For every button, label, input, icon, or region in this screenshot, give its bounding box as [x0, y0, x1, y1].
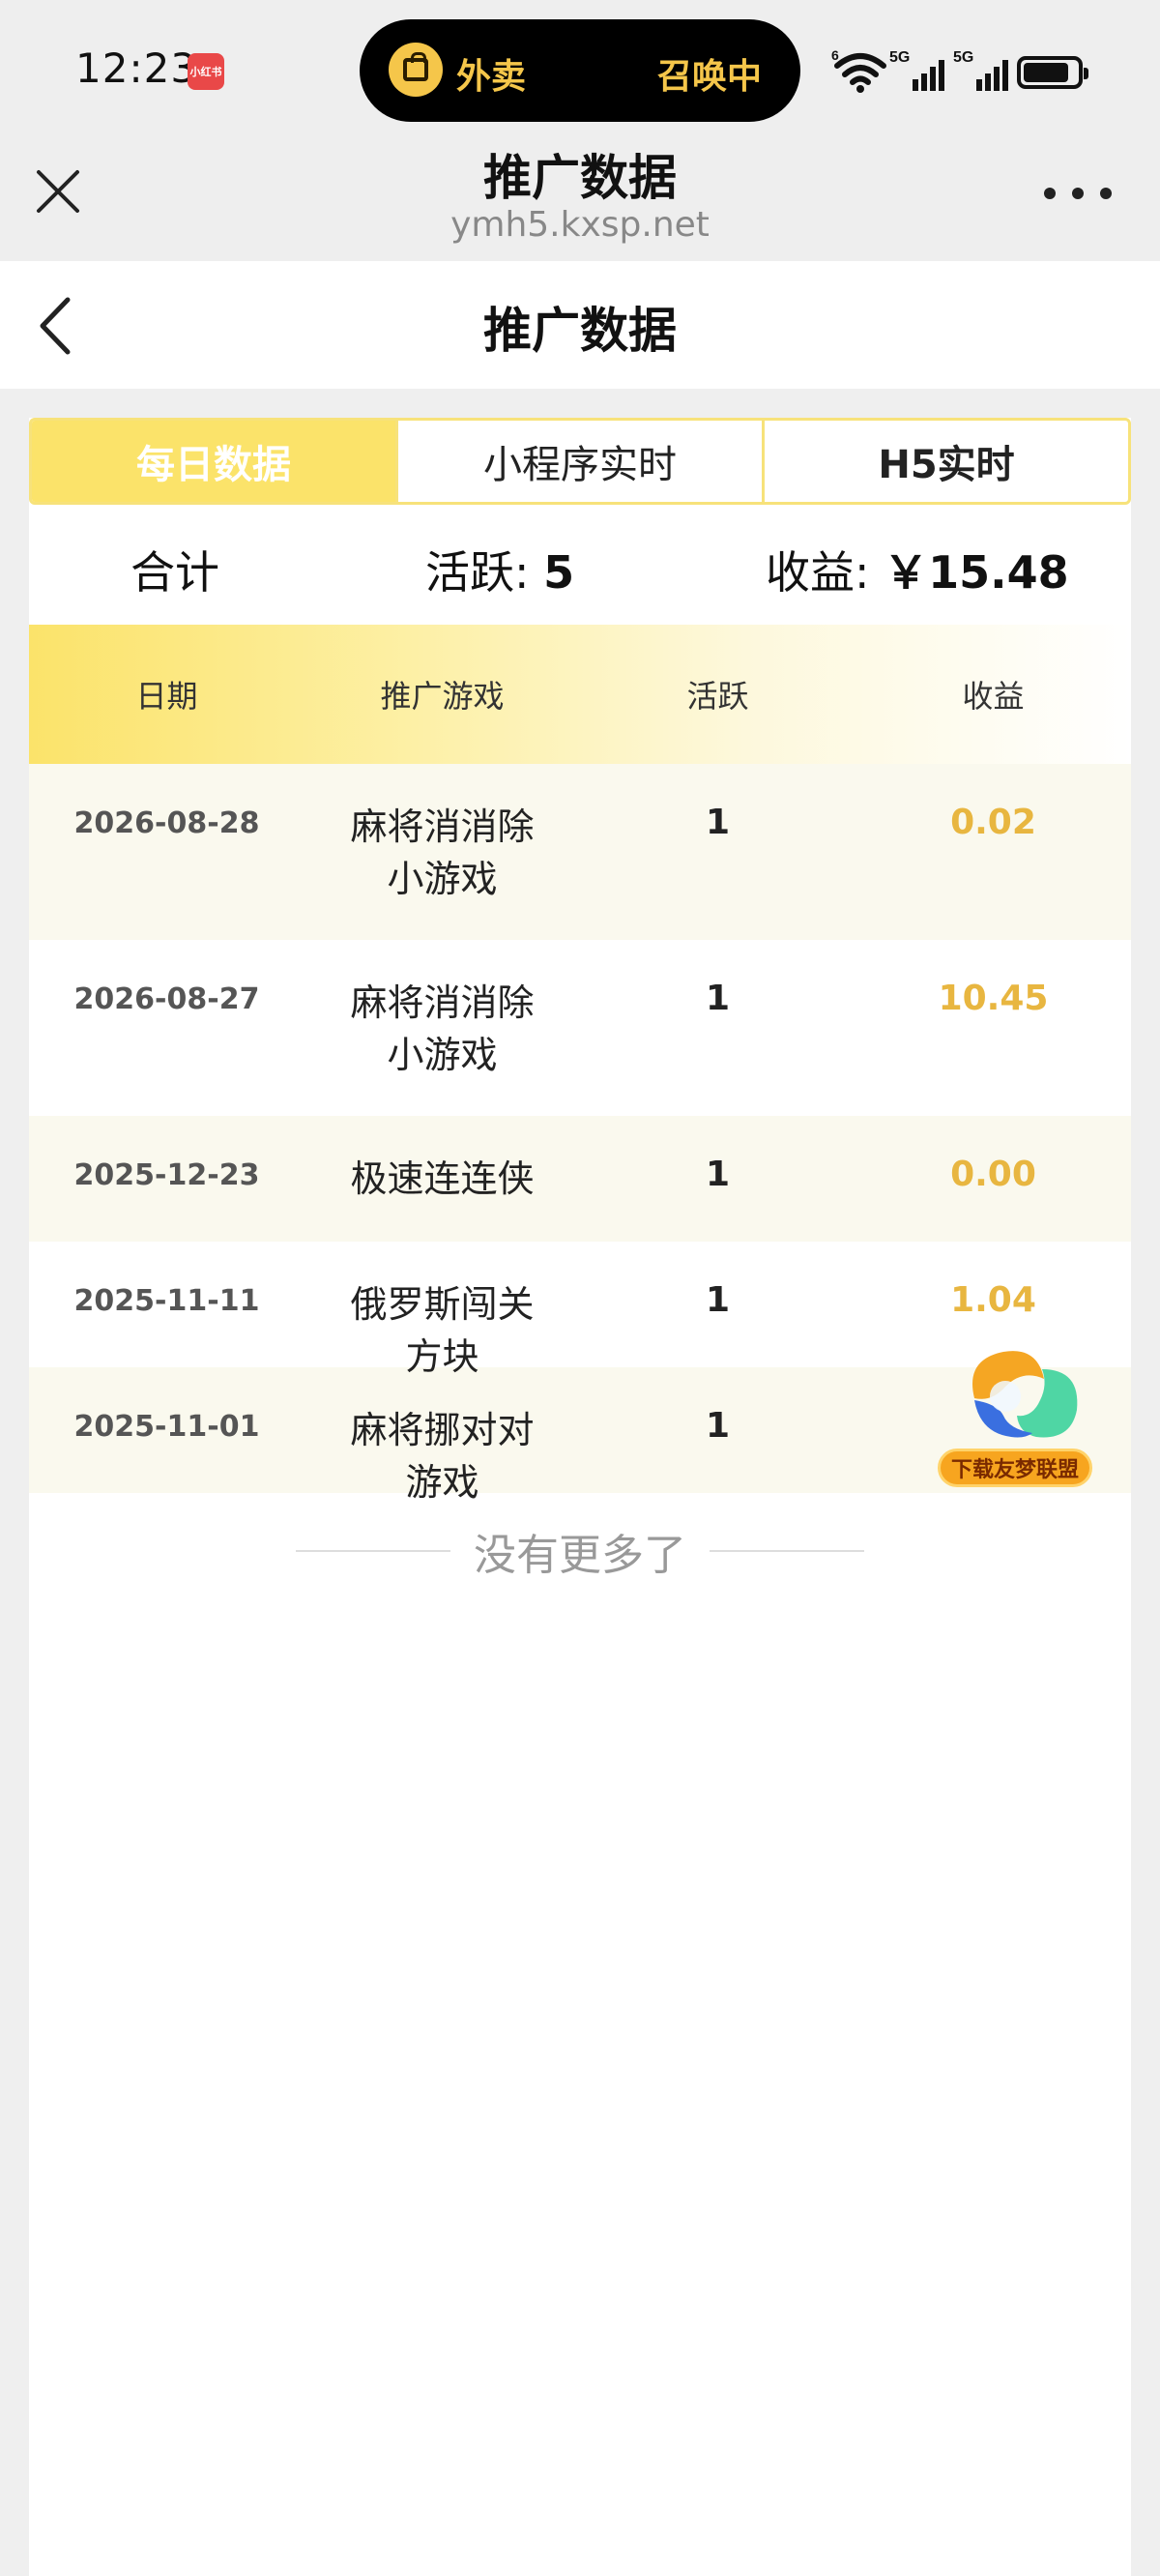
header-income: 收益 [962, 678, 1025, 715]
cell-game: 麻将挪对对游戏 [350, 1409, 535, 1504]
divider-right [710, 1550, 864, 1552]
table-row: 2025-12-23 极速连连侠 1 0.00 [29, 1116, 1131, 1242]
more-options-icon[interactable] [1044, 184, 1112, 203]
cell-game: 麻将消消除小游戏 [350, 981, 535, 1076]
signal-icon-2: 5G [953, 49, 1008, 91]
tab-miniprogram-realtime[interactable]: 小程序实时 [395, 421, 762, 502]
summary-label: 合计 [130, 546, 219, 599]
cell-active: 1 [705, 803, 731, 842]
summary-active-label: 活跃: [425, 546, 544, 599]
no-more-indicator: 没有更多了 [29, 1522, 1131, 1580]
cell-active: 1 [705, 1155, 731, 1194]
dynamic-island[interactable]: 外卖 召唤中 [360, 19, 800, 122]
download-app-float-button[interactable]: 下载友梦联盟 [936, 1340, 1096, 1491]
browser-nav-bar: 推广数据 ymh5.kxsp.net [0, 135, 1160, 261]
cell-income: 0.00 [950, 1155, 1036, 1194]
cell-income: 1.04 [950, 1280, 1036, 1320]
page-title: 推广数据 [483, 303, 677, 359]
cell-income: 0.02 [950, 803, 1036, 842]
download-badge-label: 下载友梦联盟 [938, 1449, 1092, 1487]
signal-icon: 5G [889, 49, 944, 91]
summary-row: 合计 活跃: 5 收益: ￥15.48 [29, 505, 1131, 625]
summary-income: 收益: ￥15.48 [766, 538, 1069, 601]
cell-game: 麻将消消除小游戏 [350, 805, 535, 900]
divider-left [296, 1550, 450, 1552]
youmeng-logo-icon [972, 1351, 1078, 1438]
summary-active: 活跃: 5 [425, 538, 574, 601]
wifi-badge: 6 [831, 48, 839, 63]
page-header: 推广数据 [0, 261, 1160, 389]
browser-url: ymh5.kxsp.net [450, 205, 710, 245]
tab-daily-data[interactable]: 每日数据 [32, 421, 395, 502]
cell-date: 2026-08-28 [73, 806, 260, 840]
browser-title: 推广数据 [483, 150, 677, 206]
summary-income-value: ￥15.48 [884, 546, 1069, 599]
takeout-bag-icon [389, 43, 443, 97]
cell-date: 2025-12-23 [73, 1158, 260, 1192]
cell-active: 1 [705, 979, 731, 1018]
cell-date: 2025-11-01 [73, 1410, 260, 1444]
no-more-text: 没有更多了 [474, 1531, 686, 1580]
cell-date: 2026-08-27 [73, 982, 260, 1016]
island-activity-label: 外卖 [456, 57, 527, 97]
clock: 12:23 [75, 44, 198, 92]
table-row: 2026-08-28 麻将消消除小游戏 1 0.02 [29, 764, 1131, 940]
cell-game: 极速连连侠 [350, 1157, 535, 1200]
header-date: 日期 [135, 678, 198, 715]
status-bar: 12:23 小红书 外卖 召唤中 6 5G 5G [0, 0, 1160, 135]
table-header: 日期 推广游戏 活跃 收益 [29, 625, 1131, 764]
cell-date: 2025-11-11 [73, 1284, 260, 1318]
island-status-label: 召唤中 [656, 57, 762, 97]
content-card: 每日数据 小程序实时 H5实时 合计 活跃: 5 收益: ￥15.48 日期 推… [29, 418, 1131, 2576]
header-active: 活跃 [686, 678, 749, 715]
summary-income-label: 收益: [766, 546, 884, 599]
network-type-1: 5G [889, 49, 910, 66]
table-row: 2026-08-27 麻将消消除小游戏 1 10.45 [29, 940, 1131, 1116]
header-game: 推广游戏 [380, 678, 505, 715]
battery-icon [1017, 56, 1088, 89]
tab-h5-realtime[interactable]: H5实时 [762, 421, 1128, 502]
cell-game: 俄罗斯闯关方块 [350, 1283, 535, 1378]
system-icons: 6 5G 5G [831, 48, 1092, 93]
xiaohongshu-app-icon: 小红书 [188, 53, 224, 90]
cell-income: 10.45 [938, 979, 1049, 1018]
wifi-icon: 6 [831, 48, 886, 93]
cell-active: 1 [705, 1280, 731, 1320]
network-type-2: 5G [953, 49, 973, 66]
cell-active: 1 [705, 1406, 731, 1446]
summary-active-value: 5 [543, 546, 575, 599]
tab-bar: 每日数据 小程序实时 H5实时 [29, 418, 1131, 505]
